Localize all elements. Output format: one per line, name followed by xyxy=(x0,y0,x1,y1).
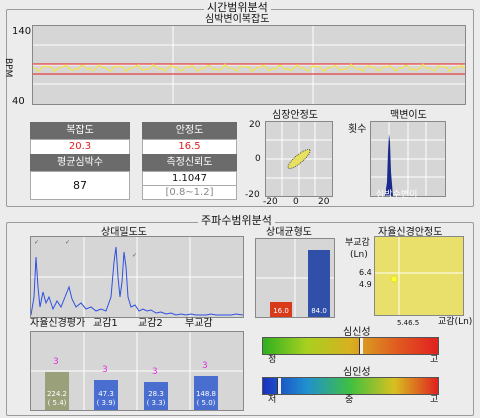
ans-bar-1-sub: ( 5.4) xyxy=(47,399,67,407)
svg-text:3: 3 xyxy=(202,361,208,371)
poincare-y-tick-top: 20 xyxy=(249,120,261,130)
poincare-plot xyxy=(265,121,333,197)
ans-bar-4-sub: ( 5.0) xyxy=(196,399,216,407)
reliability-range: [0.8~1.2] xyxy=(142,185,237,200)
ans-stability-svg xyxy=(375,237,463,315)
ans-eval-label-3: 부교감 xyxy=(185,318,213,329)
hr-y-max: 140 xyxy=(12,26,32,37)
ans-stability-x-label: 교감(Ln) xyxy=(438,317,473,327)
hr-y-unit: BPM xyxy=(3,58,13,78)
hr-y-min: 40 xyxy=(12,96,25,107)
complexity-value: 20.3 xyxy=(30,139,130,155)
stability-value: 16.5 xyxy=(142,139,237,155)
mind-stability-marker xyxy=(277,378,281,394)
ans-stability-plot xyxy=(374,236,464,316)
poincare-x-tick-right: 20 xyxy=(318,197,330,207)
avg-hr-label: 평균심박수 xyxy=(30,154,130,171)
balance-left-value: 16.0 xyxy=(273,307,289,315)
ans-stability-y-label-1: 부교감 xyxy=(345,238,370,248)
ans-stability-y-tick-1: 6.4 xyxy=(359,268,372,277)
ans-stability-y-tick-2: 4.9 xyxy=(359,280,372,289)
ans-bar-3-sub: ( 3.3) xyxy=(146,399,166,407)
mind-stability-mid: 중 xyxy=(345,395,354,405)
ans-eval-label-2: 교감2 xyxy=(138,318,163,329)
balance-right-value: 84.0 xyxy=(311,307,327,315)
svg-text:✓: ✓ xyxy=(65,239,70,246)
poincare-title: 심장안정도 xyxy=(272,110,318,121)
reliability-label: 측정신뢰도 xyxy=(142,154,237,171)
mental-stress-marker xyxy=(359,338,363,354)
poincare-x-tick-mid: 0 xyxy=(293,197,299,207)
density-plot: ✓ ✓ ✓ xyxy=(30,236,244,318)
ans-bar-2-sub: ( 3.9) xyxy=(96,399,116,407)
svg-text:3: 3 xyxy=(152,367,158,377)
hr-chart-svg xyxy=(33,26,465,104)
svg-text:✓: ✓ xyxy=(132,252,137,259)
ans-eval-label-1: 교감1 xyxy=(93,318,118,329)
ans-eval-title: 자율신경평가 xyxy=(30,318,86,329)
poincare-svg xyxy=(266,122,332,196)
poincare-x-tick-left: -20 xyxy=(263,197,278,207)
balance-plot: 16.0 84.0 xyxy=(255,238,335,318)
freq-analysis-title: 주파수범위분석 xyxy=(198,215,275,227)
avg-hr-value: 87 xyxy=(30,171,130,200)
mind-stability-left: 저 xyxy=(268,395,277,405)
reliability-value: 1.1047 xyxy=(142,171,237,186)
complexity-label: 복잡도 xyxy=(30,122,130,139)
ans-stability-y-label-2: (Ln) xyxy=(350,250,368,260)
time-analysis-title: 시간범위분석 xyxy=(204,2,271,14)
mind-stability-gauge xyxy=(262,377,439,395)
pulse-var-plot xyxy=(370,121,446,197)
pulse-var-x-label: 심박수변이 xyxy=(376,190,418,200)
svg-text:3: 3 xyxy=(53,357,59,367)
svg-text:3: 3 xyxy=(102,365,108,375)
mind-stability-right: 고 xyxy=(430,395,439,405)
mental-stress-left: 정 xyxy=(268,355,277,365)
svg-text:✓: ✓ xyxy=(34,239,39,246)
stability-label: 안정도 xyxy=(142,122,237,139)
hr-chart-title: 심박변이복잡도 xyxy=(205,14,270,25)
poincare-y-tick-mid: 0 xyxy=(255,154,261,164)
pulse-var-svg xyxy=(371,122,445,196)
ans-eval-plot: 3333 224.2 ( 5.4) 47.3 ( 3.9) 28.3 ( 3.3… xyxy=(30,331,244,411)
hr-chart xyxy=(32,25,466,105)
poincare-y-tick-bottom: -20 xyxy=(245,190,260,200)
pulse-var-y-label: 횟수 xyxy=(348,124,367,135)
mental-stress-right: 고 xyxy=(430,355,439,365)
density-svg: ✓ ✓ ✓ xyxy=(31,237,243,317)
mental-stress-gauge xyxy=(262,337,439,355)
ans-stability-x-ticks: 5.46.5 xyxy=(397,319,420,327)
balance-title: 상대균형도 xyxy=(266,227,312,238)
pulse-var-title: 맥변이도 xyxy=(390,110,427,121)
